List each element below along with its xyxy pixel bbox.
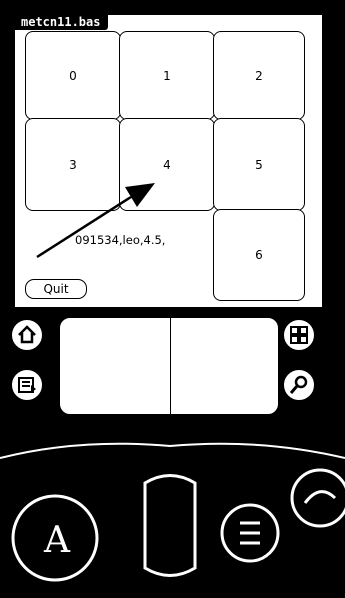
graffiti-area[interactable] (58, 316, 280, 416)
graffiti-divider (170, 318, 171, 414)
key-3-label: 3 (69, 157, 77, 172)
key-4-label: 4 (163, 157, 171, 172)
date-book-icon[interactable]: A (11, 494, 99, 582)
quit-button[interactable]: Quit (25, 279, 87, 299)
scroll-icon[interactable] (143, 474, 197, 577)
todo-icon[interactable] (220, 503, 280, 563)
quit-label: Quit (43, 282, 69, 296)
menu-icon (18, 377, 36, 393)
home-icon (18, 325, 36, 344)
palm-device: 0 1 2 3 4 5 6 091534,leo,4.5, Quit metcn… (0, 0, 345, 598)
key-2-label: 2 (255, 68, 263, 83)
key-0-label: 0 (69, 68, 77, 83)
menu-button[interactable] (10, 368, 44, 402)
applications-icon (290, 326, 308, 344)
record-line: 091534,leo,4.5, (75, 233, 166, 247)
hardware-buttons: A (0, 442, 345, 582)
key-3[interactable]: 3 (25, 118, 121, 211)
find-icon (289, 375, 308, 394)
key-1[interactable]: 1 (119, 31, 215, 120)
key-6[interactable]: 6 (213, 209, 305, 301)
key-5[interactable]: 5 (213, 118, 305, 211)
key-4[interactable]: 4 (119, 118, 215, 211)
find-button[interactable] (282, 368, 316, 402)
memo-icon[interactable] (290, 468, 345, 528)
applications-button[interactable] (282, 318, 316, 352)
app-title: metcn11.bas (15, 15, 109, 30)
key-1-label: 1 (163, 68, 171, 83)
key-2[interactable]: 2 (213, 31, 305, 120)
app-screen: 0 1 2 3 4 5 6 091534,leo,4.5, Quit metcn… (14, 14, 323, 308)
key-6-label: 6 (255, 248, 263, 262)
key-0[interactable]: 0 (25, 31, 121, 120)
key-5-label: 5 (255, 157, 263, 172)
keypad: 0 1 2 3 4 5 6 (15, 15, 322, 307)
home-button[interactable] (10, 318, 44, 352)
svg-text:A: A (43, 520, 71, 561)
